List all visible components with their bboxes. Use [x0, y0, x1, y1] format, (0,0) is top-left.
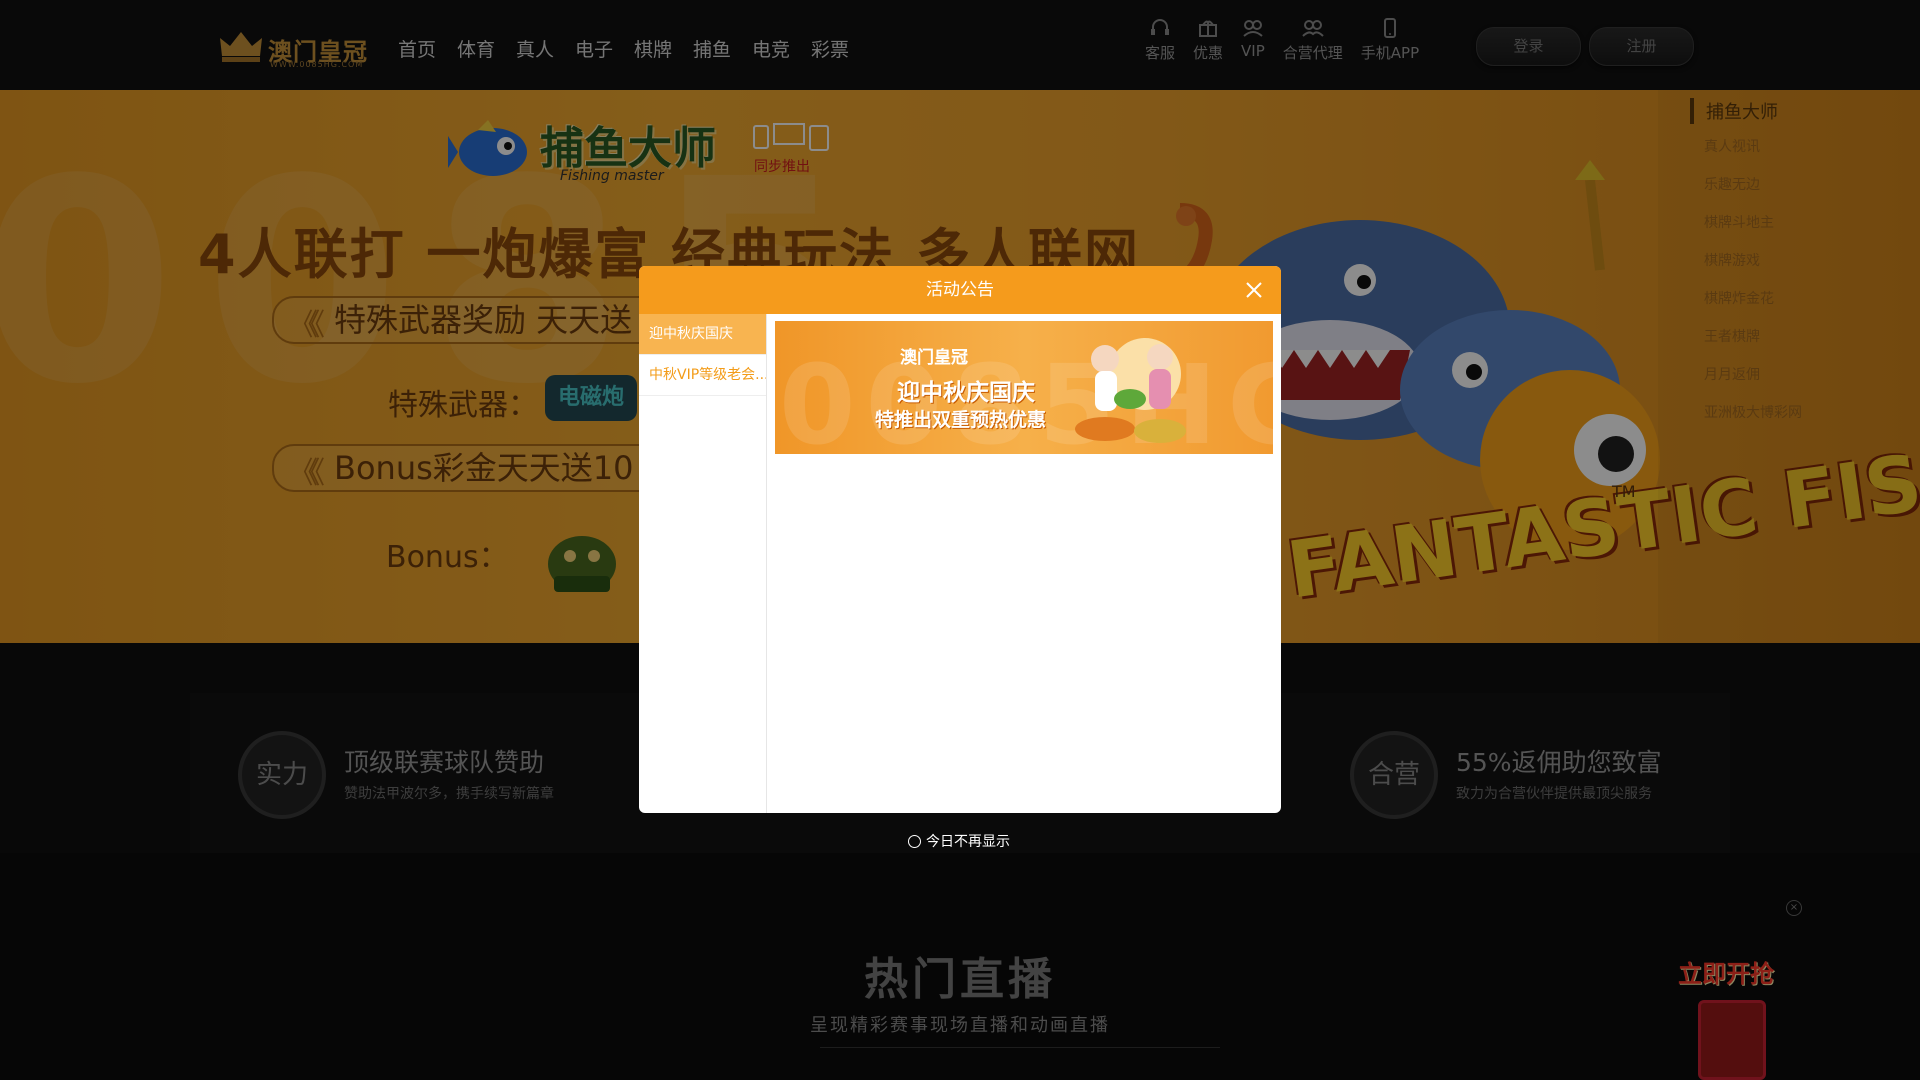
announcement-modal: 活动公告 迎中秋庆国庆 中秋VIP等级老会... 0085HG.COM 澳门皇冠… [639, 266, 1281, 813]
radio-button[interactable] [908, 834, 921, 848]
announcement-tabs: 迎中秋庆国庆 中秋VIP等级老会... [639, 314, 767, 813]
modal-header: 活动公告 [639, 266, 1281, 314]
modal-title: 活动公告 [926, 280, 994, 300]
dont-show-label: 今日不再显示 [926, 834, 1010, 850]
close-icon[interactable] [1241, 277, 1267, 303]
promo-banner-image[interactable]: 0085HG.COM 澳门皇冠 迎中秋庆国庆 特推出双重预热优惠 [775, 321, 1273, 454]
announcement-content: 0085HG.COM 澳门皇冠 迎中秋庆国庆 特推出双重预热优惠 [766, 314, 1281, 813]
dont-show-today-option[interactable]: 今日不再显示 [908, 831, 1010, 851]
tab-vip-mid-autumn[interactable]: 中秋VIP等级老会... [639, 355, 766, 396]
tab-mid-autumn[interactable]: 迎中秋庆国庆 [639, 314, 766, 355]
promo-headline: 迎中秋庆国庆 [897, 380, 1035, 406]
promo-subline: 特推出双重预热优惠 [875, 409, 1047, 431]
mooncake-illustration [1075, 338, 1186, 443]
promo-brand: 澳门皇冠 [900, 348, 968, 368]
